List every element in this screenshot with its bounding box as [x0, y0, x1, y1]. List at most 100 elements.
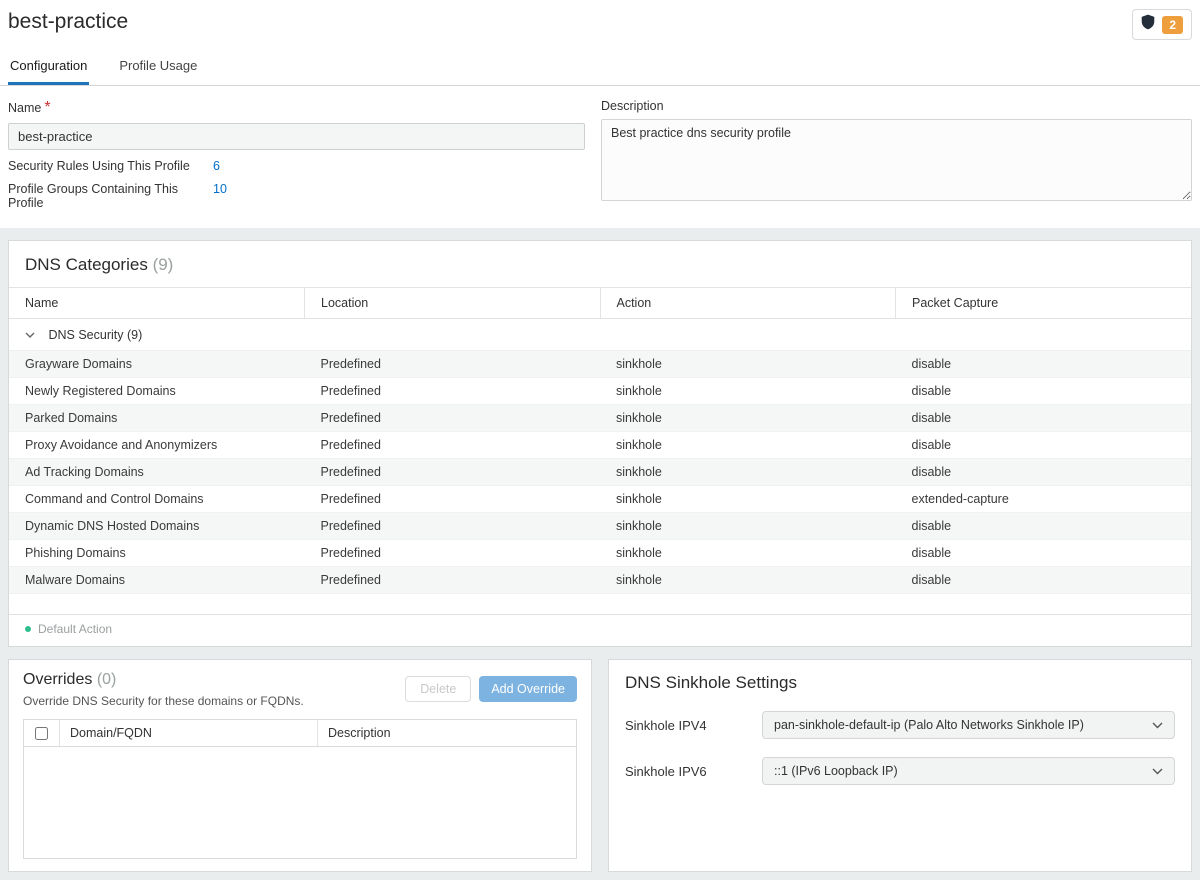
select-all-checkbox[interactable]	[35, 727, 48, 740]
sinkhole-ipv6-label: Sinkhole IPV6	[625, 764, 762, 779]
badge-count: 2	[1162, 16, 1183, 34]
table-header-row: Name Location Action Packet Capture	[9, 288, 1191, 319]
add-override-button[interactable]: Add Override	[479, 676, 577, 702]
category-location: Predefined	[305, 405, 601, 432]
packet-capture-link[interactable]: disable	[896, 513, 1192, 540]
profile-groups-label: Profile Groups Containing This Profile	[8, 182, 213, 210]
overrides-table-header: Domain/FQDN Description	[24, 720, 576, 747]
dns-categories-table: Name Location Action Packet Capture DNS …	[9, 287, 1191, 594]
overrides-count: (0)	[97, 671, 117, 688]
table-row[interactable]: Newly Registered Domains Predefined sink…	[9, 378, 1191, 405]
table-row[interactable]: Phishing Domains Predefined sinkhole dis…	[9, 540, 1191, 567]
tab-configuration[interactable]: Configuration	[8, 50, 89, 85]
column-header-description[interactable]: Description	[318, 720, 576, 746]
delete-button[interactable]: Delete	[405, 676, 471, 702]
default-action-dot	[25, 626, 31, 632]
sinkhole-ipv6-select[interactable]: ::1 (IPv6 Loopback IP)	[762, 757, 1175, 785]
packet-capture-link[interactable]: disable	[896, 405, 1192, 432]
default-action-label: Default Action	[38, 622, 112, 636]
overrides-table: Domain/FQDN Description	[23, 719, 577, 859]
dns-categories-panel: DNS Categories (9) Name Location Action …	[8, 240, 1192, 647]
category-name: Command and Control Domains	[9, 486, 305, 513]
column-header-name[interactable]: Name	[9, 288, 305, 319]
table-row[interactable]: Command and Control Domains Predefined s…	[9, 486, 1191, 513]
page-header: best-practice 2 Configuration Profile Us…	[0, 0, 1200, 228]
table-row[interactable]: Dynamic DNS Hosted Domains Predefined si…	[9, 513, 1191, 540]
action-link[interactable]: sinkhole	[600, 567, 896, 594]
profile-groups-count-link[interactable]: 10	[213, 182, 227, 210]
column-header-domain[interactable]: Domain/FQDN	[60, 720, 318, 746]
table-row[interactable]: Proxy Avoidance and Anonymizers Predefin…	[9, 432, 1191, 459]
category-location: Predefined	[305, 567, 601, 594]
table-empty-spacer	[9, 594, 1191, 614]
shield-icon	[1141, 14, 1155, 35]
packet-capture-link[interactable]: disable	[896, 378, 1192, 405]
action-link[interactable]: sinkhole	[600, 378, 896, 405]
packet-capture-link[interactable]: disable	[896, 432, 1192, 459]
table-row[interactable]: Parked Domains Predefined sinkhole disab…	[9, 405, 1191, 432]
sinkhole-ipv6-value: ::1 (IPv6 Loopback IP)	[774, 764, 898, 778]
packet-capture-link[interactable]: disable	[896, 567, 1192, 594]
dns-sinkhole-panel: DNS Sinkhole Settings Sinkhole IPV4 pan-…	[608, 659, 1192, 872]
overrides-empty-body	[24, 747, 576, 858]
column-header-location[interactable]: Location	[305, 288, 601, 319]
column-header-packet-capture[interactable]: Packet Capture	[896, 288, 1192, 319]
category-name: Parked Domains	[9, 405, 305, 432]
dns-categories-title: DNS Categories (9)	[9, 241, 1191, 287]
action-link[interactable]: sinkhole	[600, 486, 896, 513]
dns-sinkhole-title: DNS Sinkhole Settings	[625, 673, 1175, 693]
default-action-legend: Default Action	[9, 614, 1191, 646]
name-input[interactable]	[8, 123, 585, 150]
description-label: Description	[601, 99, 1192, 113]
tab-profile-usage[interactable]: Profile Usage	[117, 50, 199, 85]
chevron-down-icon[interactable]	[25, 327, 35, 341]
table-row[interactable]: Ad Tracking Domains Predefined sinkhole …	[9, 459, 1191, 486]
group-row-dns-security[interactable]: DNS Security (9)	[9, 319, 1191, 351]
action-link[interactable]: sinkhole	[600, 405, 896, 432]
packet-capture-link[interactable]: disable	[896, 351, 1192, 378]
category-location: Predefined	[305, 459, 601, 486]
category-location: Predefined	[305, 540, 601, 567]
category-name: Grayware Domains	[9, 351, 305, 378]
sinkhole-ipv4-select[interactable]: pan-sinkhole-default-ip (Palo Alto Netwo…	[762, 711, 1175, 739]
sinkhole-ipv4-label: Sinkhole IPV4	[625, 718, 762, 733]
chevron-down-icon	[1152, 764, 1163, 778]
category-name: Malware Domains	[9, 567, 305, 594]
dns-categories-count: (9)	[153, 255, 174, 274]
overrides-panel: Overrides (0) Override DNS Security for …	[8, 659, 592, 872]
overrides-subtitle: Override DNS Security for these domains …	[23, 694, 304, 708]
content-area: DNS Categories (9) Name Location Action …	[0, 228, 1200, 880]
chevron-down-icon	[1152, 718, 1163, 732]
packet-capture-link[interactable]: extended-capture	[896, 486, 1192, 513]
category-location: Predefined	[305, 486, 601, 513]
name-label: Name	[8, 101, 41, 115]
profile-form: Name* Security Rules Using This Profile …	[0, 86, 1200, 226]
action-link[interactable]: sinkhole	[600, 432, 896, 459]
security-rules-count-link[interactable]: 6	[213, 159, 220, 173]
overrides-title: Overrides (0)	[23, 671, 304, 689]
security-rules-label: Security Rules Using This Profile	[8, 159, 213, 173]
table-row[interactable]: Grayware Domains Predefined sinkhole dis…	[9, 351, 1191, 378]
category-name: Dynamic DNS Hosted Domains	[9, 513, 305, 540]
packet-capture-link[interactable]: disable	[896, 540, 1192, 567]
table-row[interactable]: Malware Domains Predefined sinkhole disa…	[9, 567, 1191, 594]
action-link[interactable]: sinkhole	[600, 351, 896, 378]
column-header-action[interactable]: Action	[600, 288, 896, 319]
alerts-badge-button[interactable]: 2	[1132, 9, 1192, 40]
category-location: Predefined	[305, 378, 601, 405]
category-location: Predefined	[305, 513, 601, 540]
action-link[interactable]: sinkhole	[600, 513, 896, 540]
category-location: Predefined	[305, 432, 601, 459]
category-name: Phishing Domains	[9, 540, 305, 567]
action-link[interactable]: sinkhole	[600, 540, 896, 567]
category-name: Proxy Avoidance and Anonymizers	[9, 432, 305, 459]
page-title: best-practice	[8, 10, 128, 33]
category-name: Ad Tracking Domains	[9, 459, 305, 486]
action-link[interactable]: sinkhole	[600, 459, 896, 486]
category-name: Newly Registered Domains	[9, 378, 305, 405]
category-location: Predefined	[305, 351, 601, 378]
description-textarea[interactable]: Best practice dns security profile	[601, 119, 1192, 201]
sinkhole-ipv4-value: pan-sinkhole-default-ip (Palo Alto Netwo…	[774, 718, 1084, 732]
tab-bar: Configuration Profile Usage	[0, 50, 1200, 86]
packet-capture-link[interactable]: disable	[896, 459, 1192, 486]
